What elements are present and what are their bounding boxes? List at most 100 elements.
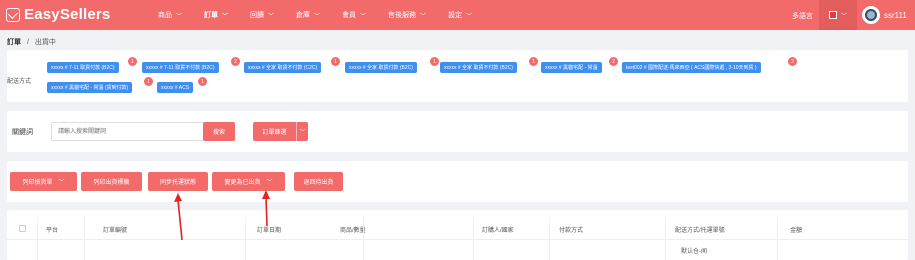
- theme-color-picker[interactable]: ﹀: [819, 0, 857, 30]
- breadcrumb-root[interactable]: 訂單: [7, 39, 21, 46]
- chevron-down-icon: ﹀: [266, 180, 273, 186]
- count-badge: 1: [331, 57, 340, 66]
- nav-settings-label: 設定: [448, 12, 463, 19]
- breadcrumb-separator: /: [26, 39, 29, 46]
- chip-label: xxxxx # 全家 取貨付款 (B2C): [349, 65, 413, 71]
- chip-label: xxxxx # 全家 取貨不付款 (B2C): [444, 65, 513, 71]
- filter-dropdown-toggle[interactable]: ﹀: [296, 122, 308, 141]
- avatar-icon: [865, 9, 877, 21]
- table-header: 平台 訂單編號 訂單日期 商品/數量 訂購人/國家 付款方式 配送方式/托運單號…: [7, 218, 908, 240]
- first-row-cell: 默认仓-闻: [681, 249, 707, 255]
- count-badge: 1: [128, 57, 137, 66]
- shipping-chip[interactable]: xxxxx # 全家 取貨不付款 (B2C): [440, 62, 517, 73]
- nav-members[interactable]: 會員 ﹀: [342, 10, 366, 20]
- column-divider: [84, 218, 85, 260]
- logo-icon: [6, 7, 20, 22]
- col-amount[interactable]: 金額: [790, 225, 802, 234]
- username[interactable]: ssr111: [884, 11, 907, 20]
- shipping-chip[interactable]: xxxxx # 7-11 取貨不付款 (B2C): [142, 62, 219, 73]
- chip-label: xxxxx # 黑貓宅配 - 常溫 (貨到付款): [51, 85, 129, 91]
- chip-label: xxxxx # 7-11 取貨付款 (B2C): [51, 65, 115, 71]
- chevron-down-icon: ﹀: [466, 13, 473, 20]
- shipping-chip[interactable]: xxxxx # 7-11 取貨付款 (B2C): [47, 62, 119, 73]
- nav-orders[interactable]: 訂單 ﹀: [204, 10, 228, 20]
- shipping-method-label: 配送方式: [7, 79, 32, 85]
- column-divider: [245, 218, 246, 260]
- col-buyer-country[interactable]: 訂購人/國家: [482, 225, 514, 234]
- column-divider: [37, 218, 38, 260]
- print-shipping-label-button[interactable]: 列印出貨標籤: [81, 172, 142, 191]
- count-badge: 2: [788, 57, 797, 66]
- chip-label: xxxxx # 黑貓宅配 - 常溫: [545, 65, 598, 71]
- col-platform[interactable]: 平台: [46, 225, 58, 234]
- nav-orders-label: 訂單: [204, 12, 219, 19]
- count-badge: 1: [529, 57, 538, 66]
- shipping-chip[interactable]: xxxxx # 黑貓宅配 - 常溫 (貨到付款): [47, 82, 133, 93]
- print-picking-list-label: 列印撿貨單: [22, 180, 53, 186]
- return-to-pending-button[interactable]: 退回待出貨: [294, 172, 343, 191]
- count-badge: 1: [198, 77, 207, 86]
- col-order-number[interactable]: 訂單編號: [103, 225, 127, 234]
- column-divider: [549, 218, 550, 260]
- print-picking-list-button[interactable]: 列印撿貨單 ﹀: [10, 172, 77, 191]
- chevron-down-icon: ﹀: [176, 13, 183, 20]
- orders-table: 平台 訂單編號 訂單日期 商品/數量 訂購人/國家 付款方式 配送方式/托運單號…: [7, 210, 908, 260]
- chevron-down-icon: ﹀: [268, 13, 275, 20]
- nav-products[interactable]: 商品 ﹀: [158, 10, 182, 20]
- annotation-arrow: [262, 190, 270, 227]
- keyword-label: 關鍵詞: [12, 129, 33, 136]
- search-input[interactable]: [51, 122, 204, 141]
- top-navbar: EasySellers 商品 ﹀ 訂單 ﹀ 回饋 ﹀ 倉庫 ﹀ 會員 ﹀ 售後服務 ﹀ 設定…: [0, 0, 915, 30]
- column-divider: [777, 218, 778, 260]
- nav-feedback-label: 回饋: [250, 12, 265, 19]
- nav-after-sales[interactable]: 售後服務 ﹀: [388, 10, 426, 20]
- shipping-chip[interactable]: test002 # 國際配送-馬來西亞 ( ACS國際快遞 , 3-10天到貨 …: [622, 62, 761, 73]
- avatar[interactable]: [862, 6, 880, 24]
- order-filter-button[interactable]: 訂單篩選: [253, 122, 296, 141]
- chevron-down-icon: ﹀: [360, 13, 367, 20]
- chevron-down-icon: ﹀: [222, 13, 229, 20]
- column-divider: [665, 218, 666, 260]
- count-badge: 2: [609, 57, 618, 66]
- search-panel: 關鍵詞 搜索 訂單篩選 ﹀: [7, 111, 908, 152]
- nav-members-label: 會員: [342, 12, 357, 19]
- language-switch[interactable]: 多語言: [792, 11, 813, 21]
- search-button[interactable]: 搜索: [203, 122, 235, 141]
- chevron-down-icon: ﹀: [840, 13, 847, 20]
- chip-label: xxxxx # 7-11 取貨不付款 (B2C): [146, 65, 215, 71]
- breadcrumb-current: 出貨中: [34, 39, 56, 46]
- nav-feedback[interactable]: 回饋 ﹀: [250, 10, 274, 20]
- logo-text: EasySellers: [24, 6, 111, 23]
- col-items-quantity[interactable]: 商品/數量: [340, 225, 366, 234]
- col-shipping-tracking[interactable]: 配送方式/托運單號: [675, 225, 725, 234]
- nav-warehouse[interactable]: 倉庫 ﹀: [296, 10, 320, 20]
- chevron-down-icon: ﹀: [58, 180, 65, 186]
- column-divider: [363, 218, 364, 260]
- shipping-chip[interactable]: xxxxx # 全家 取貨不付款 (C2C): [244, 62, 322, 73]
- mark-as-shipped-label: 變更為已出貨: [224, 180, 261, 186]
- column-divider: [473, 218, 474, 260]
- count-badge: 1: [430, 57, 439, 66]
- annotation-arrow: [174, 193, 183, 241]
- chip-label: test002 # 國際配送-馬來西亞 ( ACS國際快遞 , 3-10天到貨 …: [626, 65, 757, 71]
- shipping-chip[interactable]: xxxxx # 全家 取貨付款 (B2C): [345, 62, 417, 73]
- shipping-chip[interactable]: xxxxx # ACS: [157, 82, 194, 93]
- chip-label: xxxxx # ACS: [161, 84, 190, 91]
- shipping-chip[interactable]: xxxxx # 黑貓宅配 - 常溫: [541, 62, 602, 73]
- breadcrumb: 訂單 / 出貨中: [7, 37, 56, 47]
- nav-after-sales-label: 售後服務: [388, 12, 417, 19]
- chip-label: xxxxx # 全家 取貨不付款 (C2C): [248, 65, 318, 71]
- main-nav: 商品 ﹀ 訂單 ﹀ 回饋 ﹀ 倉庫 ﹀ 會員 ﹀ 售後服務 ﹀ 設定 ﹀: [158, 0, 494, 30]
- count-badge: 1: [144, 77, 153, 86]
- col-payment-method[interactable]: 付款方式: [559, 225, 583, 234]
- app-logo[interactable]: EasySellers: [6, 6, 110, 23]
- color-swatch: [828, 11, 837, 19]
- select-all-checkbox[interactable]: [19, 225, 26, 232]
- chevron-down-icon: ﹀: [314, 13, 321, 20]
- nav-products-label: 商品: [158, 12, 172, 19]
- chevron-down-icon: ﹀: [299, 130, 306, 136]
- sync-logistics-status-button[interactable]: 同步托運狀態: [148, 172, 208, 191]
- nav-settings[interactable]: 設定 ﹀: [448, 10, 472, 20]
- nav-warehouse-label: 倉庫: [296, 12, 311, 19]
- count-badge: 2: [231, 57, 240, 66]
